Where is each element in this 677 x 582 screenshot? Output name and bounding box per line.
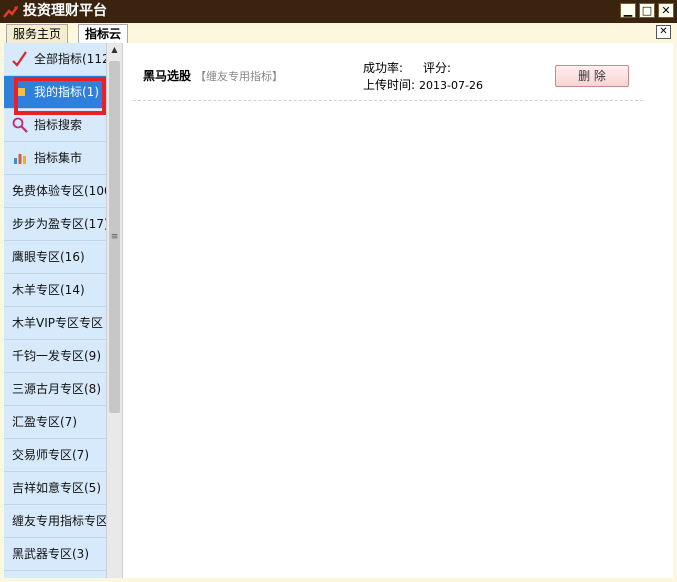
bar-chart-icon <box>14 154 26 164</box>
sidebar-item-label: 鹰眼专区(16) <box>12 250 85 264</box>
tab-home[interactable]: 服务主页 <box>6 24 69 43</box>
sidebar-item-label: 指标搜索 <box>34 118 83 132</box>
sidebar-item-muyang[interactable]: 木羊专区(14) <box>4 274 106 307</box>
maximize-button[interactable]: □ <box>639 3 655 18</box>
sidebar-item-sanyuanguyue[interactable]: 三源古月专区(8) <box>4 373 106 406</box>
sidebar-item-indicator-search[interactable]: 指标搜索 <box>4 109 106 142</box>
sidebar-item-label: 木羊VIP专区专区 <box>12 316 103 330</box>
scroll-grip-icon: ≡ <box>110 232 119 242</box>
sidebar-item-jixiangruyi[interactable]: 吉祥如意专区(5) <box>4 472 106 505</box>
sidebar-item-trader[interactable]: 交易师专区(7) <box>4 439 106 472</box>
sidebar-item-label: 我的指标(1) <box>34 85 99 99</box>
indicator-name[interactable]: 黑马选股 <box>143 67 191 84</box>
sidebar-item-free-trial[interactable]: 免费体验专区(100 <box>4 175 106 208</box>
rating-label: 评分: <box>423 61 452 75</box>
sidebar-item-all-indicators[interactable]: 全部指标(112 <box>4 43 106 76</box>
upload-date: 2013-07-26 <box>419 79 483 92</box>
check-mark-icon <box>12 51 27 67</box>
row-divider <box>133 100 643 101</box>
upload-time: 上传时间: 2013-07-26 <box>363 76 483 93</box>
frame-bottom <box>0 578 677 582</box>
sidebar: 全部指标(112 我的指标(1) 指标搜索 指标集市 免费体验专区(100 步步… <box>4 43 106 578</box>
my-indicator-icon <box>17 88 25 96</box>
sidebar-item-label: 汇盈专区(7) <box>12 415 77 429</box>
sidebar-item-eagle-eye[interactable]: 鹰眼专区(16) <box>4 241 106 274</box>
sidebar-item-label: 步步为盈专区(17) <box>12 217 106 231</box>
sidebar-scrollbar[interactable]: ▲ ≡ <box>106 43 122 578</box>
sidebar-item-label: 指标集市 <box>34 151 83 165</box>
sidebar-item-qianjunyifa[interactable]: 千钧一发专区(9) <box>4 340 106 373</box>
scroll-thumb[interactable]: ≡ <box>109 61 120 413</box>
tab-close-button[interactable]: ✕ <box>656 25 671 39</box>
sidebar-item-bubuweiying[interactable]: 步步为盈专区(17) <box>4 208 106 241</box>
frame-right <box>673 43 677 582</box>
sidebar-item-label: 吉祥如意专区(5) <box>12 481 101 495</box>
sidebar-item-label: 三源古月专区(8) <box>12 382 101 396</box>
sidebar-item-label: 千钧一发专区(9) <box>12 349 101 363</box>
sidebar-item-huiying[interactable]: 汇盈专区(7) <box>4 406 106 439</box>
tab-indicator-cloud[interactable]: 指标云 <box>78 24 129 43</box>
tab-bar: 服务主页 指标云 ✕ <box>0 23 677 44</box>
upload-time-label: 上传时间: <box>363 78 416 92</box>
scroll-up-arrow-icon[interactable]: ▲ <box>107 43 122 57</box>
delete-button[interactable]: 删 除 <box>555 65 629 87</box>
sidebar-item-indicator-market[interactable]: 指标集市 <box>4 142 106 175</box>
minimize-button[interactable]: ▁ <box>620 3 636 18</box>
success-rate-label: 成功率: <box>363 61 404 75</box>
search-icon <box>12 117 28 133</box>
sidebar-item-label: 黑武器专区(3) <box>12 547 89 561</box>
indicator-tag: 【缠友专用指标】 <box>195 70 283 83</box>
main-content: 黑马选股 【缠友专用指标】 成功率: 评分: 上传时间: 2013-07-26 删… <box>122 43 673 578</box>
title-bar: 投资理财平台 ▁ □ ✕ <box>0 0 677 24</box>
sidebar-item-label: 免费体验专区(100 <box>12 184 106 198</box>
sidebar-item-label: 交易师专区(7) <box>12 448 89 462</box>
sidebar-item-label: 全部指标(112 <box>34 52 106 66</box>
app-logo-icon <box>3 6 19 18</box>
close-window-button[interactable]: ✕ <box>658 3 674 18</box>
sidebar-item-chanyou[interactable]: 缠友专用指标专区 <box>4 505 106 538</box>
sidebar-item-label: 缠友专用指标专区 <box>12 514 106 528</box>
sidebar-item-black-weapon[interactable]: 黑武器专区(3) <box>4 538 106 571</box>
sidebar-item-my-indicators[interactable]: 我的指标(1) <box>4 76 106 109</box>
app-title: 投资理财平台 <box>23 3 107 19</box>
sidebar-item-label: 木羊专区(14) <box>12 283 85 297</box>
sidebar-item-muyang-vip[interactable]: 木羊VIP专区专区 <box>4 307 106 340</box>
